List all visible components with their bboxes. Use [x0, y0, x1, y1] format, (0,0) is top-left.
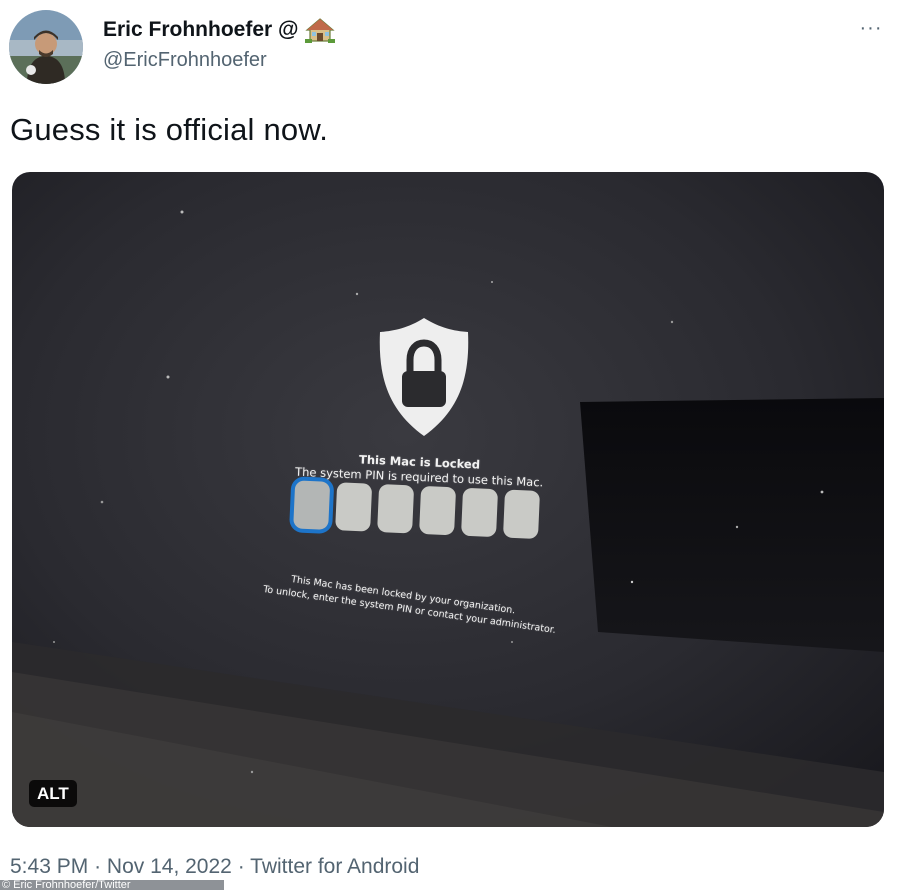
- house-icon: [304, 17, 335, 43]
- user-handle[interactable]: @EricFrohnhoefer: [103, 49, 267, 72]
- tweet-time[interactable]: 5:43 PM: [10, 855, 88, 878]
- tweet-text: Guess it is official now.: [10, 112, 329, 147]
- pin-digit-3[interactable]: [377, 484, 415, 534]
- pin-digit-5[interactable]: [461, 487, 499, 538]
- alt-text-button[interactable]: ALT: [29, 780, 77, 807]
- meta-separator: ·: [94, 855, 102, 878]
- pin-digit-4[interactable]: [419, 485, 457, 536]
- pin-digit-1[interactable]: [293, 480, 331, 530]
- avatar[interactable]: [9, 10, 83, 84]
- photo-credit: © Eric Frohnhoefer/Twitter: [0, 880, 224, 890]
- pin-digit-6[interactable]: [502, 489, 541, 539]
- shield-lock-icon: [379, 318, 469, 436]
- tweet-date[interactable]: Nov 14, 2022: [107, 855, 232, 878]
- display-name[interactable]: Eric Frohnhoefer @: [103, 17, 335, 43]
- more-options-icon[interactable]: ···: [853, 15, 889, 41]
- display-name-text: Eric Frohnhoefer @: [103, 18, 299, 41]
- pin-entry[interactable]: [293, 476, 555, 547]
- tweet-source[interactable]: Twitter for Android: [250, 855, 419, 878]
- tweet-media-image[interactable]: This Mac is Locked The system PIN is req…: [12, 172, 884, 827]
- pin-digit-2[interactable]: [335, 482, 373, 532]
- avatar-photo: [9, 10, 83, 84]
- meta-separator-2: ·: [237, 855, 245, 878]
- tweet-meta: 5:43 PM · Nov 14, 2022 · Twitter for And…: [10, 855, 419, 879]
